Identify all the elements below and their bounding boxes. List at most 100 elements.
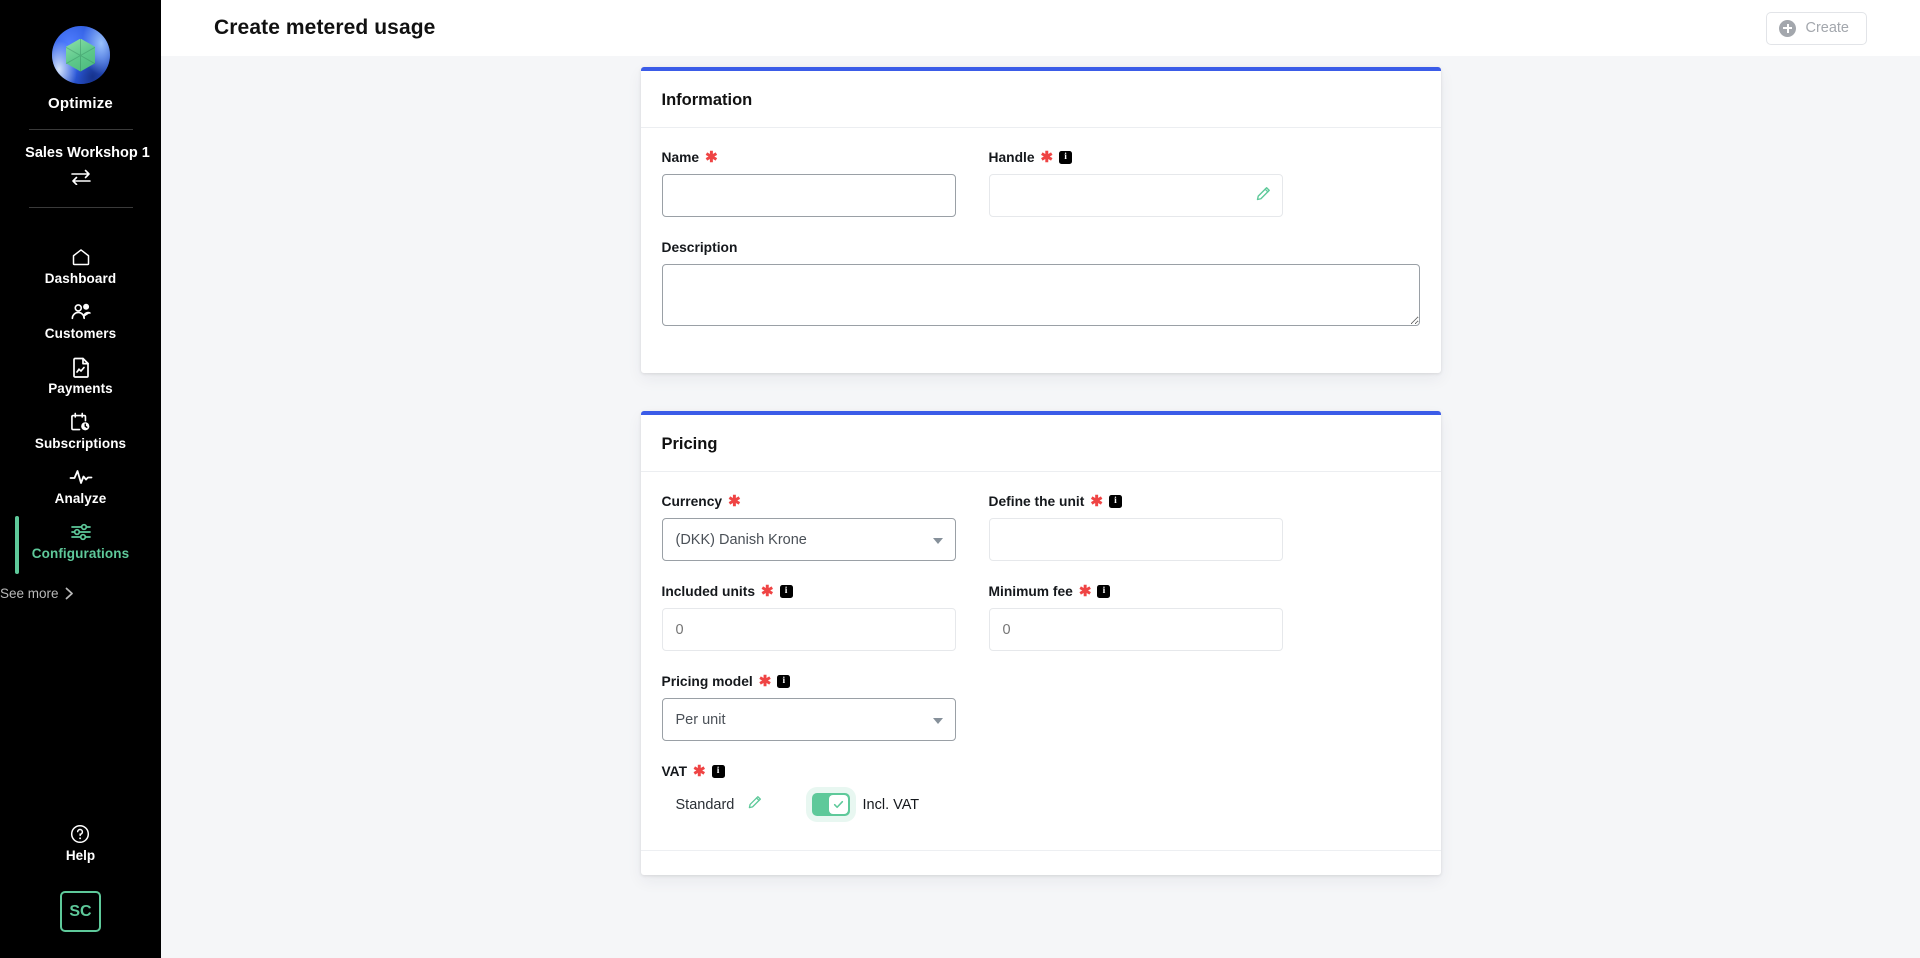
- pricing-row-2: Included units ✱ i Minimum fee ✱ i: [661, 584, 1420, 651]
- required-asterisk: ✱: [758, 673, 772, 690]
- sidebar-footer: Help SC: [0, 824, 161, 932]
- minimum-fee-field-group: Minimum fee ✱ i: [988, 584, 1283, 651]
- sidebar: Optimize Sales Workshop 1 Dashboard Cust…: [0, 0, 161, 958]
- page-title: Create metered usage: [214, 16, 436, 39]
- required-asterisk: ✱: [1040, 149, 1054, 166]
- name-input[interactable]: [661, 174, 956, 217]
- info-icon[interactable]: i: [777, 675, 791, 688]
- included-units-label-row: Included units ✱ i: [662, 584, 956, 599]
- handle-field-group: Handle ✱ i: [988, 150, 1283, 217]
- sidebar-item-label: Customers: [44, 326, 117, 341]
- sidebar-item-configurations[interactable]: Configurations: [0, 513, 161, 574]
- form-cards: Information Name ✱ Handle ✱ i Descriptio…: [640, 56, 1441, 953]
- workspace-name: Sales Workshop 1: [25, 145, 150, 161]
- define-unit-input[interactable]: [988, 518, 1283, 561]
- pricing-model-label: Pricing model: [661, 674, 753, 689]
- minimum-fee-input[interactable]: [988, 608, 1283, 651]
- sidebar-item-label: Payments: [48, 381, 113, 396]
- sidebar-item-label: Analyze: [54, 491, 107, 506]
- content-scroll-area[interactable]: Information Name ✱ Handle ✱ i Descriptio…: [161, 56, 1920, 958]
- incl-vat-toggle[interactable]: [811, 793, 850, 816]
- info-icon[interactable]: i: [1059, 151, 1073, 164]
- pricing-card: Pricing Currency ✱ (DKK) Danish Krone De…: [640, 411, 1441, 875]
- name-label: Name: [661, 150, 700, 165]
- information-row-1: Name ✱ Handle ✱ i: [661, 150, 1420, 217]
- handle-label: Handle: [988, 150, 1035, 165]
- description-textarea[interactable]: [661, 264, 1420, 326]
- info-icon[interactable]: i: [1108, 495, 1122, 508]
- pricing-model-select[interactable]: Per unit: [661, 698, 956, 741]
- vat-label-row: VAT ✱ i: [662, 764, 1420, 779]
- see-more-button[interactable]: See more: [0, 586, 161, 601]
- currency-label-row: Currency ✱: [662, 494, 956, 509]
- information-row-2: Description: [661, 240, 1420, 326]
- sidebar-item-label: Help: [65, 848, 96, 863]
- chevron-right-icon: [65, 587, 73, 600]
- info-icon[interactable]: i: [779, 585, 793, 598]
- included-units-field-group: Included units ✱ i: [661, 584, 956, 651]
- sidebar-item-subscriptions[interactable]: Subscriptions: [0, 403, 161, 458]
- sidebar-divider-bottom: [28, 207, 133, 208]
- vat-rate-label: Standard: [675, 796, 735, 813]
- sidebar-item-label: Dashboard: [44, 271, 117, 286]
- sidebar-item-label: Subscriptions: [34, 436, 127, 451]
- see-more-label: See more: [0, 586, 59, 601]
- required-asterisk: ✱: [693, 763, 706, 780]
- toggle-knob: [828, 795, 848, 814]
- name-field-group: Name ✱: [661, 150, 956, 217]
- info-icon[interactable]: i: [1097, 585, 1111, 598]
- switch-arrows-icon[interactable]: [70, 169, 92, 190]
- sidebar-item-payments[interactable]: Payments: [0, 348, 161, 403]
- included-units-label: Included units: [661, 584, 756, 599]
- included-units-input[interactable]: [661, 608, 956, 651]
- sidebar-item-analyze[interactable]: Analyze: [0, 458, 161, 513]
- pricing-card-header: Pricing: [640, 415, 1441, 472]
- info-icon[interactable]: i: [711, 765, 725, 778]
- pricing-row-3: Pricing model ✱ i Per unit: [661, 673, 1420, 741]
- pencil-icon[interactable]: [748, 795, 762, 814]
- pricing-card-body: Currency ✱ (DKK) Danish Krone Define the…: [640, 472, 1441, 875]
- workspace-selector[interactable]: Sales Workshop 1: [0, 130, 161, 190]
- avatar[interactable]: SC: [60, 891, 101, 932]
- define-unit-field-group: Define the unit ✱ i: [988, 493, 1283, 561]
- description-label: Description: [661, 240, 738, 255]
- required-asterisk: ✱: [705, 149, 718, 166]
- required-asterisk: ✱: [1090, 493, 1103, 510]
- sidebar-item-help[interactable]: Help: [66, 824, 95, 863]
- name-label-row: Name ✱: [662, 150, 956, 165]
- pricing-model-selected-value: Per unit: [675, 711, 726, 728]
- currency-select[interactable]: (DKK) Danish Krone: [661, 518, 956, 561]
- minimum-fee-label: Minimum fee: [988, 584, 1073, 599]
- handle-label-row: Handle ✱ i: [989, 150, 1283, 165]
- information-card: Information Name ✱ Handle ✱ i Descriptio…: [640, 67, 1441, 373]
- sidebar-item-customers[interactable]: Customers: [0, 293, 161, 348]
- information-card-header: Information: [640, 71, 1441, 128]
- optimize-sphere-logo-icon: [51, 26, 110, 84]
- pricing-card-title: Pricing: [661, 435, 718, 453]
- minimum-fee-label-row: Minimum fee ✱ i: [989, 584, 1283, 599]
- users-icon: [70, 302, 92, 322]
- currency-selected-value: (DKK) Danish Krone: [675, 531, 807, 548]
- sidebar-item-dashboard[interactable]: Dashboard: [0, 238, 161, 293]
- sidebar-nav: Dashboard Customers Payments Subscriptio…: [0, 238, 161, 601]
- plus-circle-icon: [1779, 19, 1797, 37]
- home-icon: [71, 247, 91, 267]
- information-card-title: Information: [661, 91, 753, 109]
- brand: Optimize: [0, 0, 161, 112]
- description-field-group: Description: [661, 240, 1420, 326]
- vat-controls: Standard Incl. VAT: [662, 793, 1420, 816]
- required-asterisk: ✱: [761, 583, 774, 600]
- create-button-label: Create: [1805, 20, 1849, 36]
- incl-vat-label: Incl. VAT: [862, 796, 920, 813]
- vat-field-group: VAT ✱ i Standard Incl. VAT: [662, 764, 1420, 816]
- calendar-clock-icon: [70, 412, 91, 432]
- sliders-icon: [70, 522, 92, 542]
- information-card-body: Name ✱ Handle ✱ i Description: [641, 128, 1441, 373]
- pricing-model-field-group: Pricing model ✱ i Per unit: [661, 673, 956, 741]
- create-button[interactable]: Create: [1766, 11, 1867, 45]
- currency-label: Currency: [661, 494, 723, 509]
- define-unit-label: Define the unit: [988, 494, 1085, 509]
- pencil-icon[interactable]: [1256, 186, 1271, 206]
- description-label-row: Description: [662, 240, 1420, 255]
- handle-input[interactable]: [988, 174, 1283, 217]
